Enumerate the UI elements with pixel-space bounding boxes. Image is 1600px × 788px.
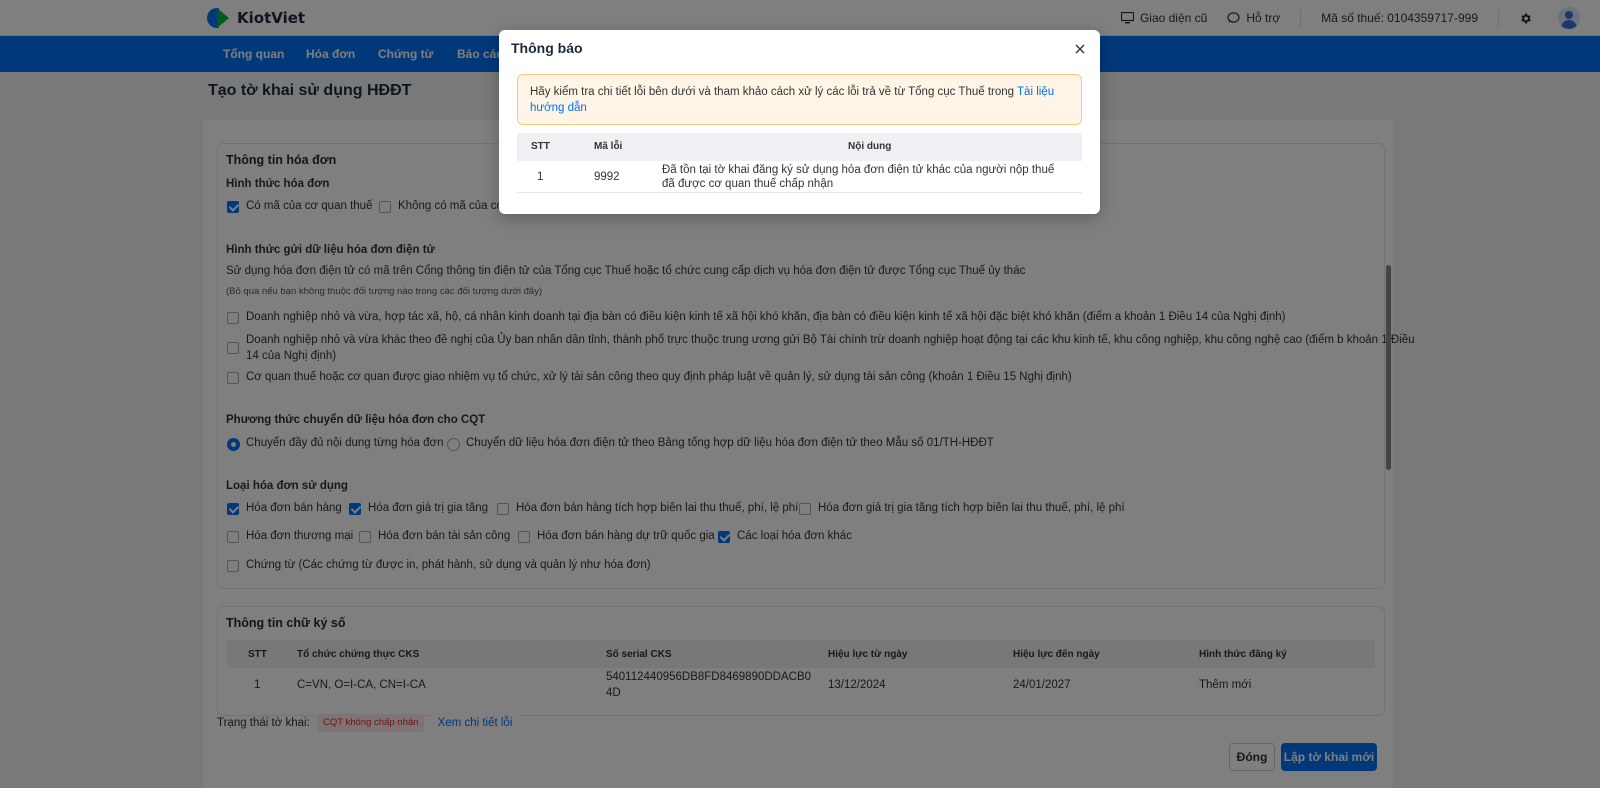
warning-alert: Hãy kiểm tra chi tiết lỗi bên dưới và th… xyxy=(517,74,1082,125)
table-cell: 9992 xyxy=(594,171,620,183)
modal-title: Thông báo xyxy=(511,40,583,56)
table-header-cell: STT xyxy=(531,141,550,152)
table-header-cell: Mã lỗi xyxy=(594,141,623,152)
table-cell: Đã tồn tại tờ khai đăng ký sử dụng hóa đ… xyxy=(662,164,1055,190)
notification-modal: Thông báo Hãy kiểm tra chi tiết lỗi bên … xyxy=(499,30,1100,214)
alert-text: Hãy kiểm tra chi tiết lỗi bên dưới và th… xyxy=(530,86,1018,98)
table-cell: 1 xyxy=(537,171,544,183)
close-icon[interactable] xyxy=(1073,42,1087,56)
table-header-cell: Nội dung xyxy=(848,141,892,152)
